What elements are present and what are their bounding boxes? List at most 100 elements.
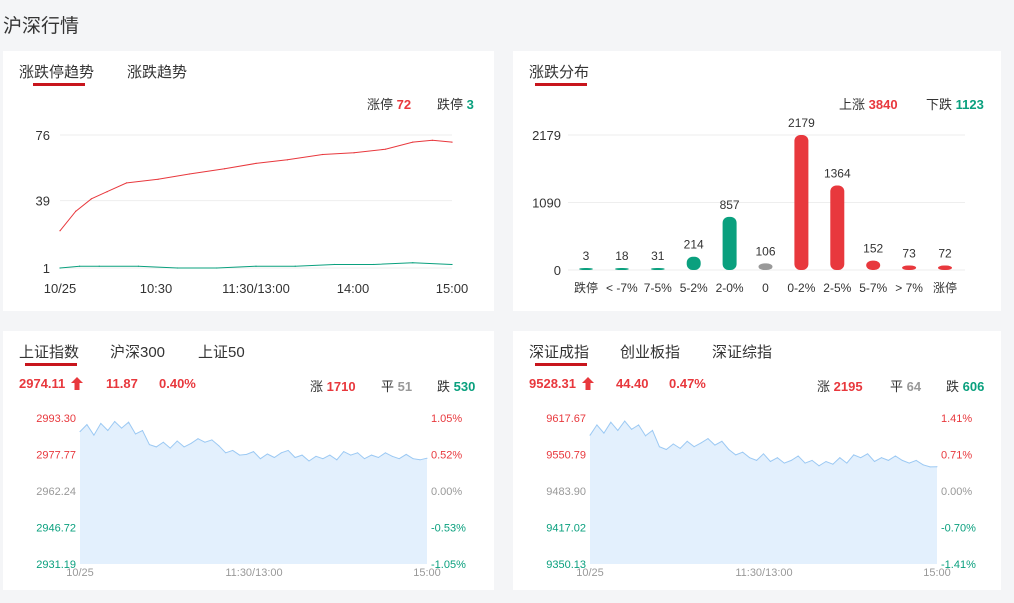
y-tick-label: 1090 [532, 195, 561, 210]
x-tick-label: 14:00 [337, 281, 370, 296]
price-point [100, 422, 102, 424]
limit-down-point [98, 265, 100, 267]
distribution-bar [902, 265, 917, 270]
y-tick-label-right: 0.71% [941, 450, 972, 462]
price-point [190, 442, 192, 444]
category-label: 5-2% [680, 281, 708, 295]
price-point [603, 432, 605, 434]
price-point [121, 427, 123, 429]
y-tick-label-right: 1.41% [941, 413, 972, 425]
category-label: 0 [762, 281, 769, 295]
sh-index-card: 上证指数 沪深300 上证50 2974.11 11.87 0.40% 涨 17… [3, 331, 494, 590]
limit-trend-chart: 76 39 1 10/25 10:30 11:30/13:00 14:00 15:00 [36, 128, 469, 296]
price-point [693, 446, 695, 448]
limit-down-point [79, 265, 81, 267]
y-tick-label-right: 0.00% [431, 486, 462, 498]
price-point [686, 440, 688, 442]
price-point [825, 460, 827, 462]
price-point [322, 458, 324, 460]
limit-up-point [286, 159, 288, 161]
price-point [218, 445, 220, 447]
limit-down-point [412, 262, 414, 264]
bar-value-label: 106 [755, 244, 775, 258]
price-point [169, 447, 171, 449]
distribution-bar [722, 216, 737, 270]
price-point [79, 431, 81, 433]
price-point [915, 459, 917, 461]
price-point [776, 457, 778, 459]
price-point [232, 449, 234, 451]
distribution-bar [614, 268, 629, 270]
limit-up-point [157, 178, 159, 180]
price-point [665, 448, 667, 450]
price-point [804, 462, 806, 464]
category-label: < -7% [606, 281, 638, 295]
limit-up-point [106, 191, 108, 193]
price-point [769, 460, 771, 462]
distribution-bar [579, 268, 593, 270]
bar-value-label: 1364 [824, 166, 851, 180]
limit-up-point [322, 153, 324, 156]
price-point [377, 456, 379, 458]
category-label: 5-7% [859, 281, 887, 295]
price-point [589, 434, 591, 436]
price-point [162, 441, 164, 443]
limit-down-series-line [59, 262, 453, 269]
y-tick-label-left: 2946.72 [36, 523, 76, 535]
price-point [93, 434, 95, 436]
y-tick-label-right: 0.00% [941, 486, 972, 498]
price-point [253, 451, 254, 453]
price-point [343, 451, 345, 453]
price-point [818, 465, 820, 467]
y-tick-label-left: 2962.24 [36, 486, 76, 498]
price-point [742, 451, 744, 453]
price-point [846, 462, 848, 464]
category-label: > 7% [895, 281, 923, 295]
limit-up-point [90, 198, 92, 200]
limit-up-point [75, 210, 77, 212]
price-point [894, 455, 896, 457]
bar-value-label: 73 [902, 246, 916, 260]
price-point [176, 440, 178, 442]
price-point [887, 459, 889, 461]
price-point [246, 453, 248, 455]
price-point [783, 462, 785, 464]
price-area [80, 421, 427, 564]
category-label: 2-5% [823, 281, 851, 295]
limit-trend-card: 涨跌停趋势 涨跌趋势 涨停 72 跌停 3 76 39 1 10/25 10:30 11:… [3, 51, 494, 311]
limit-up-point [431, 139, 433, 141]
y-tick-label: 0 [554, 263, 561, 278]
y-tick-label: 76 [36, 128, 50, 143]
price-point [370, 454, 372, 456]
price-point [315, 455, 317, 457]
price-point [273, 456, 275, 458]
category-label: 2-0% [716, 281, 744, 295]
y-tick-label-left: 9417.02 [546, 523, 586, 535]
price-point [239, 454, 241, 456]
price-point [811, 459, 813, 461]
price-point [853, 454, 855, 456]
sz-index-card: 深证成指 创业板指 深证综指 9528.31 44.40 0.47% 涨 219… [513, 331, 1001, 590]
price-point [700, 442, 702, 444]
price-point [405, 453, 407, 455]
price-point [308, 460, 310, 462]
limit-up-point [384, 148, 386, 150]
limit-up-series-line [59, 139, 453, 232]
x-tick-label: 11:30/13:00 [735, 567, 792, 579]
price-point [391, 455, 393, 457]
y-tick-label-right: 0.52% [431, 450, 462, 462]
price-point [419, 459, 421, 461]
category-label: 7-5% [644, 281, 672, 295]
distribution-bar [686, 256, 701, 270]
price-point [679, 447, 681, 449]
price-point [922, 464, 924, 466]
limit-up-point [353, 152, 355, 154]
category-label: 涨停 [933, 280, 957, 295]
price-point [790, 459, 792, 461]
price-point [301, 454, 303, 456]
limit-up-point [224, 168, 226, 170]
price-point [638, 424, 640, 426]
price-point [86, 424, 88, 426]
price-point [197, 438, 199, 440]
y-tick-label-right: -0.70% [941, 523, 976, 535]
